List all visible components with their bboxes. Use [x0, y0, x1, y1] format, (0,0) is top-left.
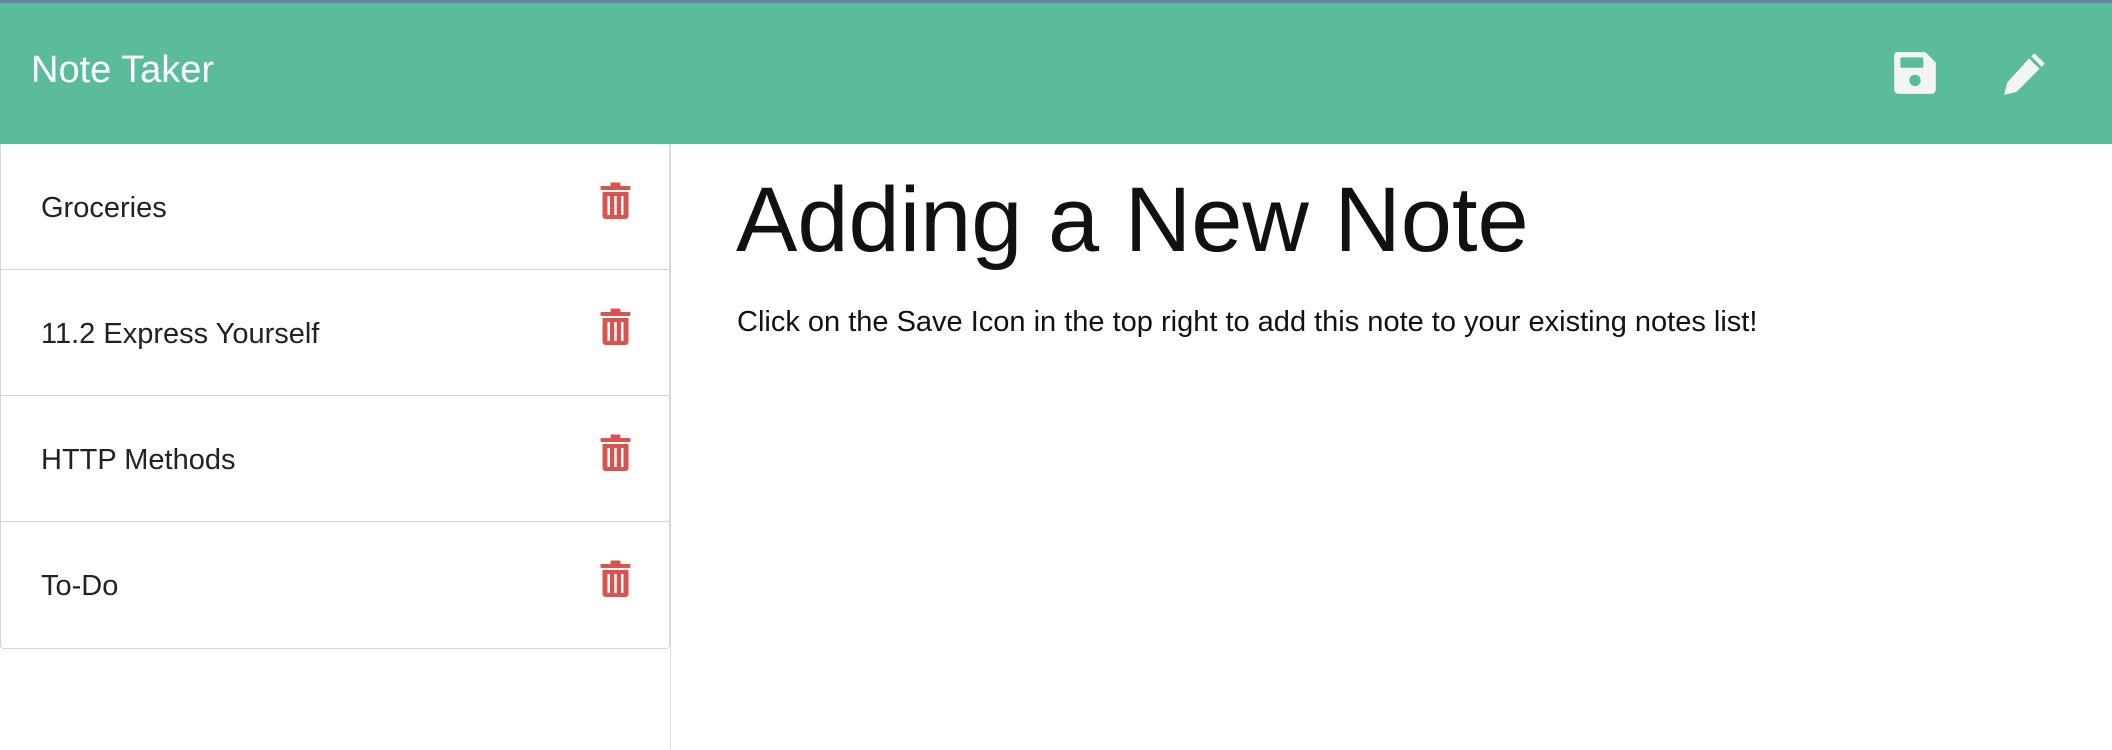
note-item-title[interactable]: 11.2 Express Yourself: [41, 317, 319, 352]
pencil-icon[interactable]: [2000, 48, 2050, 98]
trash-icon[interactable]: [599, 560, 632, 598]
trash-icon[interactable]: [599, 434, 632, 472]
note-item-title[interactable]: Groceries: [41, 191, 167, 226]
note-title[interactable]: Adding a New Note: [736, 169, 1529, 271]
note-editor: Adding a New Note Click on the Save Icon…: [671, 144, 2112, 750]
note-item-title[interactable]: To-Do: [41, 569, 118, 604]
note-item-title[interactable]: HTTP Methods: [41, 443, 235, 478]
list-item[interactable]: 11.2 Express Yourself: [1, 270, 669, 396]
navbar: Note Taker: [0, 3, 2112, 144]
app-title[interactable]: Note Taker: [31, 51, 214, 89]
notes-sidebar: Groceries 11.2 Express Yourself HTTP Met…: [0, 144, 671, 750]
list-item[interactable]: Groceries: [1, 144, 669, 270]
list-item[interactable]: To-Do: [1, 522, 669, 648]
save-icon[interactable]: [1890, 48, 1940, 98]
note-textarea[interactable]: Click on the Save Icon in the top right …: [737, 304, 1757, 342]
list-item[interactable]: HTTP Methods: [1, 396, 669, 522]
notes-list: Groceries 11.2 Express Yourself HTTP Met…: [0, 144, 670, 649]
trash-icon[interactable]: [599, 308, 632, 346]
trash-icon[interactable]: [599, 182, 632, 220]
